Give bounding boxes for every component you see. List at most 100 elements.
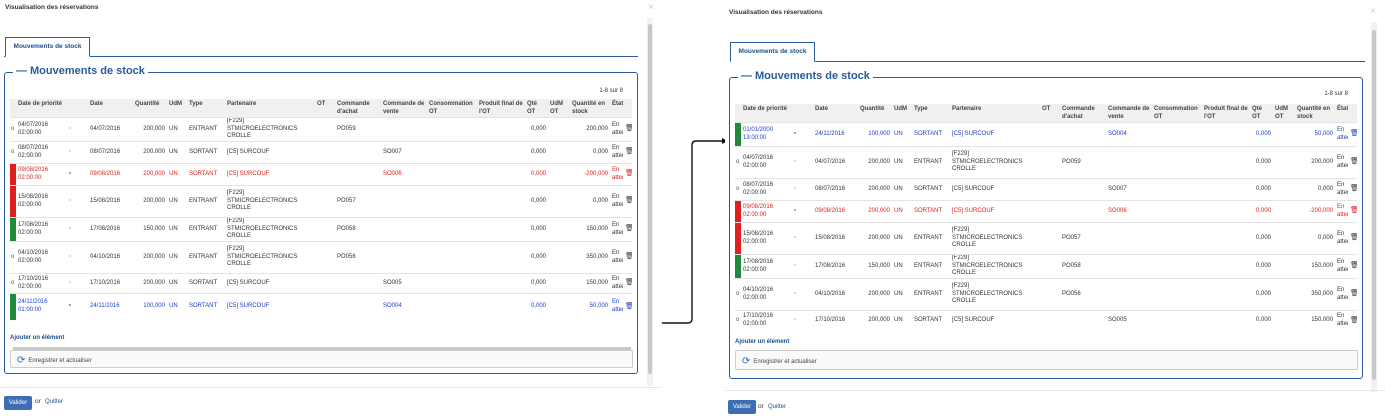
table-row[interactable]: o 04/10/2016 02:00:00 ∘ 04/10/2016 200,000 UN…: [10, 241, 632, 274]
purchase-order-cell: PO058: [1060, 254, 1106, 279]
column-header[interactable]: OT: [1040, 104, 1060, 123]
delete-row-cell[interactable]: 🗑: [623, 117, 632, 142]
column-header[interactable]: Qté OT: [525, 99, 548, 118]
close-icon[interactable]: ×: [1370, 6, 1376, 17]
column-header[interactable]: UdM OT: [548, 99, 570, 118]
column-header[interactable]: Qté OT: [1250, 104, 1273, 123]
column-header[interactable]: Date de priorité: [16, 99, 66, 118]
delete-row-cell[interactable]: 🗑: [1348, 278, 1357, 311]
trash-icon[interactable]: 🗑: [1350, 262, 1357, 269]
trash-icon[interactable]: 🗑: [625, 197, 632, 204]
scrollbar-thumb[interactable]: [648, 24, 652, 374]
column-header[interactable]: Quantité: [133, 99, 167, 118]
column-header[interactable]: État: [1335, 104, 1348, 123]
delete-row-cell[interactable]: 🗑: [1348, 122, 1357, 147]
table-row[interactable]: 09/08/2016 02:00:00 ∘ 09/08/2016 200,000 UN S…: [735, 200, 1357, 223]
priority-date-cell: 17/08/2016 02:00:00: [16, 217, 66, 242]
tab-mouvements-de-stock[interactable]: Mouvements de stock: [730, 42, 815, 62]
quit-link[interactable]: Quitter: [45, 399, 63, 405]
column-header[interactable]: État: [610, 99, 623, 118]
add-item-link[interactable]: Ajouter un élément: [735, 339, 789, 345]
save-and-refresh-button[interactable]: ⟳ Enregistrer et actualiser: [17, 355, 92, 366]
table-row[interactable]: o 04/07/2016 02:00:00 ∘ 04/07/2016 200,000 UN…: [735, 146, 1357, 179]
table-row[interactable]: 01/01/2000 13:00:00 ∘ 24/11/2016 100,000 UN S…: [735, 122, 1357, 147]
uom-ot-cell: [1273, 222, 1295, 255]
add-item-link[interactable]: Ajouter un élément: [10, 335, 64, 341]
trash-icon[interactable]: 🗑: [1350, 234, 1357, 241]
trash-icon[interactable]: 🗑: [1350, 158, 1357, 165]
table-row[interactable]: o 08/07/2016 02:00:00 ∘ 08/07/2016 200,000 UN…: [735, 178, 1357, 201]
table-row[interactable]: o 17/10/2016 02:00:00 ∘ 17/10/2016 200,000 UN…: [735, 310, 1357, 331]
trash-icon[interactable]: 🗑: [625, 225, 632, 232]
column-header[interactable]: Type: [912, 104, 950, 123]
column-header[interactable]: Date: [88, 99, 133, 118]
delete-row-cell[interactable]: 🗑: [1348, 146, 1357, 179]
trash-icon[interactable]: 🗑: [625, 125, 632, 132]
column-header[interactable]: UdM OT: [1273, 104, 1295, 123]
delete-row-cell[interactable]: 🗑: [1348, 310, 1357, 331]
trash-icon[interactable]: 🗑: [1350, 290, 1357, 297]
delete-row-cell[interactable]: 🗑: [1348, 200, 1357, 223]
quit-link[interactable]: Quitter: [768, 404, 786, 410]
column-header[interactable]: Date: [813, 104, 858, 123]
table-row[interactable]: o 04/10/2016 02:00:00 ∘ 04/10/2016 200,000 UN…: [735, 278, 1357, 311]
column-header[interactable]: OT: [315, 99, 335, 118]
column-header[interactable]: Consommation OT: [1152, 104, 1202, 123]
trash-icon[interactable]: 🗑: [625, 253, 632, 260]
scrollbar-thumb[interactable]: [1372, 30, 1376, 380]
delete-row-cell[interactable]: 🗑: [1348, 222, 1357, 255]
column-header[interactable]: UdM: [167, 99, 187, 118]
trash-icon[interactable]: 🗑: [625, 303, 632, 310]
delete-row-cell[interactable]: 🗑: [623, 217, 632, 242]
delete-row-cell[interactable]: 🗑: [623, 163, 632, 186]
column-header[interactable]: Quantité: [858, 104, 892, 123]
final-product-cell: [1202, 222, 1250, 255]
column-header[interactable]: Produit final de l'OT: [477, 99, 525, 118]
table-row[interactable]: 24/11/2016 01:00:00 ∘ 24/11/2016 100,000 UN S…: [10, 293, 632, 320]
column-header[interactable]: Commande de vente: [381, 99, 427, 118]
trash-icon[interactable]: 🗑: [1350, 130, 1357, 137]
delete-row-cell[interactable]: 🗑: [1348, 178, 1357, 201]
validate-button[interactable]: Valider: [4, 396, 32, 410]
column-header[interactable]: Commande d'achat: [335, 99, 381, 118]
delete-row-cell[interactable]: 🗑: [1348, 254, 1357, 279]
close-icon[interactable]: ×: [648, 2, 654, 13]
delete-row-cell[interactable]: 🗑: [623, 241, 632, 274]
column-header[interactable]: Date de priorité: [741, 104, 791, 123]
vertical-scrollbar[interactable]: [1371, 22, 1377, 392]
table-row[interactable]: 09/08/2016 02:00:00 ∘ 09/08/2016 200,000 UN S…: [10, 163, 632, 186]
save-and-refresh-button[interactable]: ⟳ Enregistrer et actualiser: [742, 356, 817, 367]
column-header[interactable]: Consommation OT: [427, 99, 477, 118]
tab-mouvements-de-stock[interactable]: Mouvements de stock: [5, 37, 90, 57]
column-header[interactable]: Produit final de l'OT: [1202, 104, 1250, 123]
table-row[interactable]: 17/08/2016 02:00:00 ∘ 17/08/2016 150,000 UN E…: [10, 217, 632, 242]
table-row[interactable]: o 08/07/2016 02:00:00 ∘ 08/07/2016 200,000 UN…: [10, 141, 632, 164]
column-header[interactable]: Commande d'achat: [1060, 104, 1106, 123]
column-header[interactable]: Partenaire: [950, 104, 1040, 123]
trash-icon[interactable]: 🗑: [625, 148, 632, 155]
trash-icon[interactable]: 🗑: [1350, 317, 1357, 324]
delete-row-cell[interactable]: 🗑: [623, 273, 632, 294]
delete-row-cell[interactable]: 🗑: [623, 185, 632, 218]
column-header[interactable]: Type: [187, 99, 225, 118]
delete-row-cell[interactable]: 🗑: [623, 141, 632, 164]
column-header[interactable]: Quantité en stock: [1295, 104, 1335, 123]
validate-button[interactable]: Valider: [728, 400, 756, 414]
table-row[interactable]: 17/08/2016 02:00:00 ∘ 17/08/2016 150,000 UN E…: [735, 254, 1357, 279]
table-row[interactable]: 15/08/2016 02:00:00 ∘ 15/08/2016 200,000 UN E…: [10, 185, 632, 218]
vertical-scrollbar[interactable]: [647, 18, 653, 386]
state-cell: En attente: [610, 141, 623, 164]
column-header[interactable]: Commande de vente: [1106, 104, 1152, 123]
uom-ot-cell: [548, 117, 570, 142]
trash-icon[interactable]: 🗑: [1350, 185, 1357, 192]
table-row[interactable]: 15/08/2016 02:00:00 ∘ 15/08/2016 200,000 UN E…: [735, 222, 1357, 255]
column-header[interactable]: Quantité en stock: [570, 99, 610, 118]
trash-icon[interactable]: 🗑: [625, 279, 632, 286]
column-header[interactable]: Partenaire: [225, 99, 315, 118]
trash-icon[interactable]: 🗑: [1350, 207, 1357, 214]
table-row[interactable]: o 04/07/2016 02:00:00 ∘ 04/07/2016 200,000 UN…: [10, 117, 632, 142]
delete-row-cell[interactable]: 🗑: [623, 293, 632, 320]
table-row[interactable]: o 17/10/2016 02:00:00 ∘ 17/10/2016 200,000 UN…: [10, 273, 632, 294]
column-header[interactable]: UdM: [892, 104, 912, 123]
trash-icon[interactable]: 🗑: [625, 170, 632, 177]
